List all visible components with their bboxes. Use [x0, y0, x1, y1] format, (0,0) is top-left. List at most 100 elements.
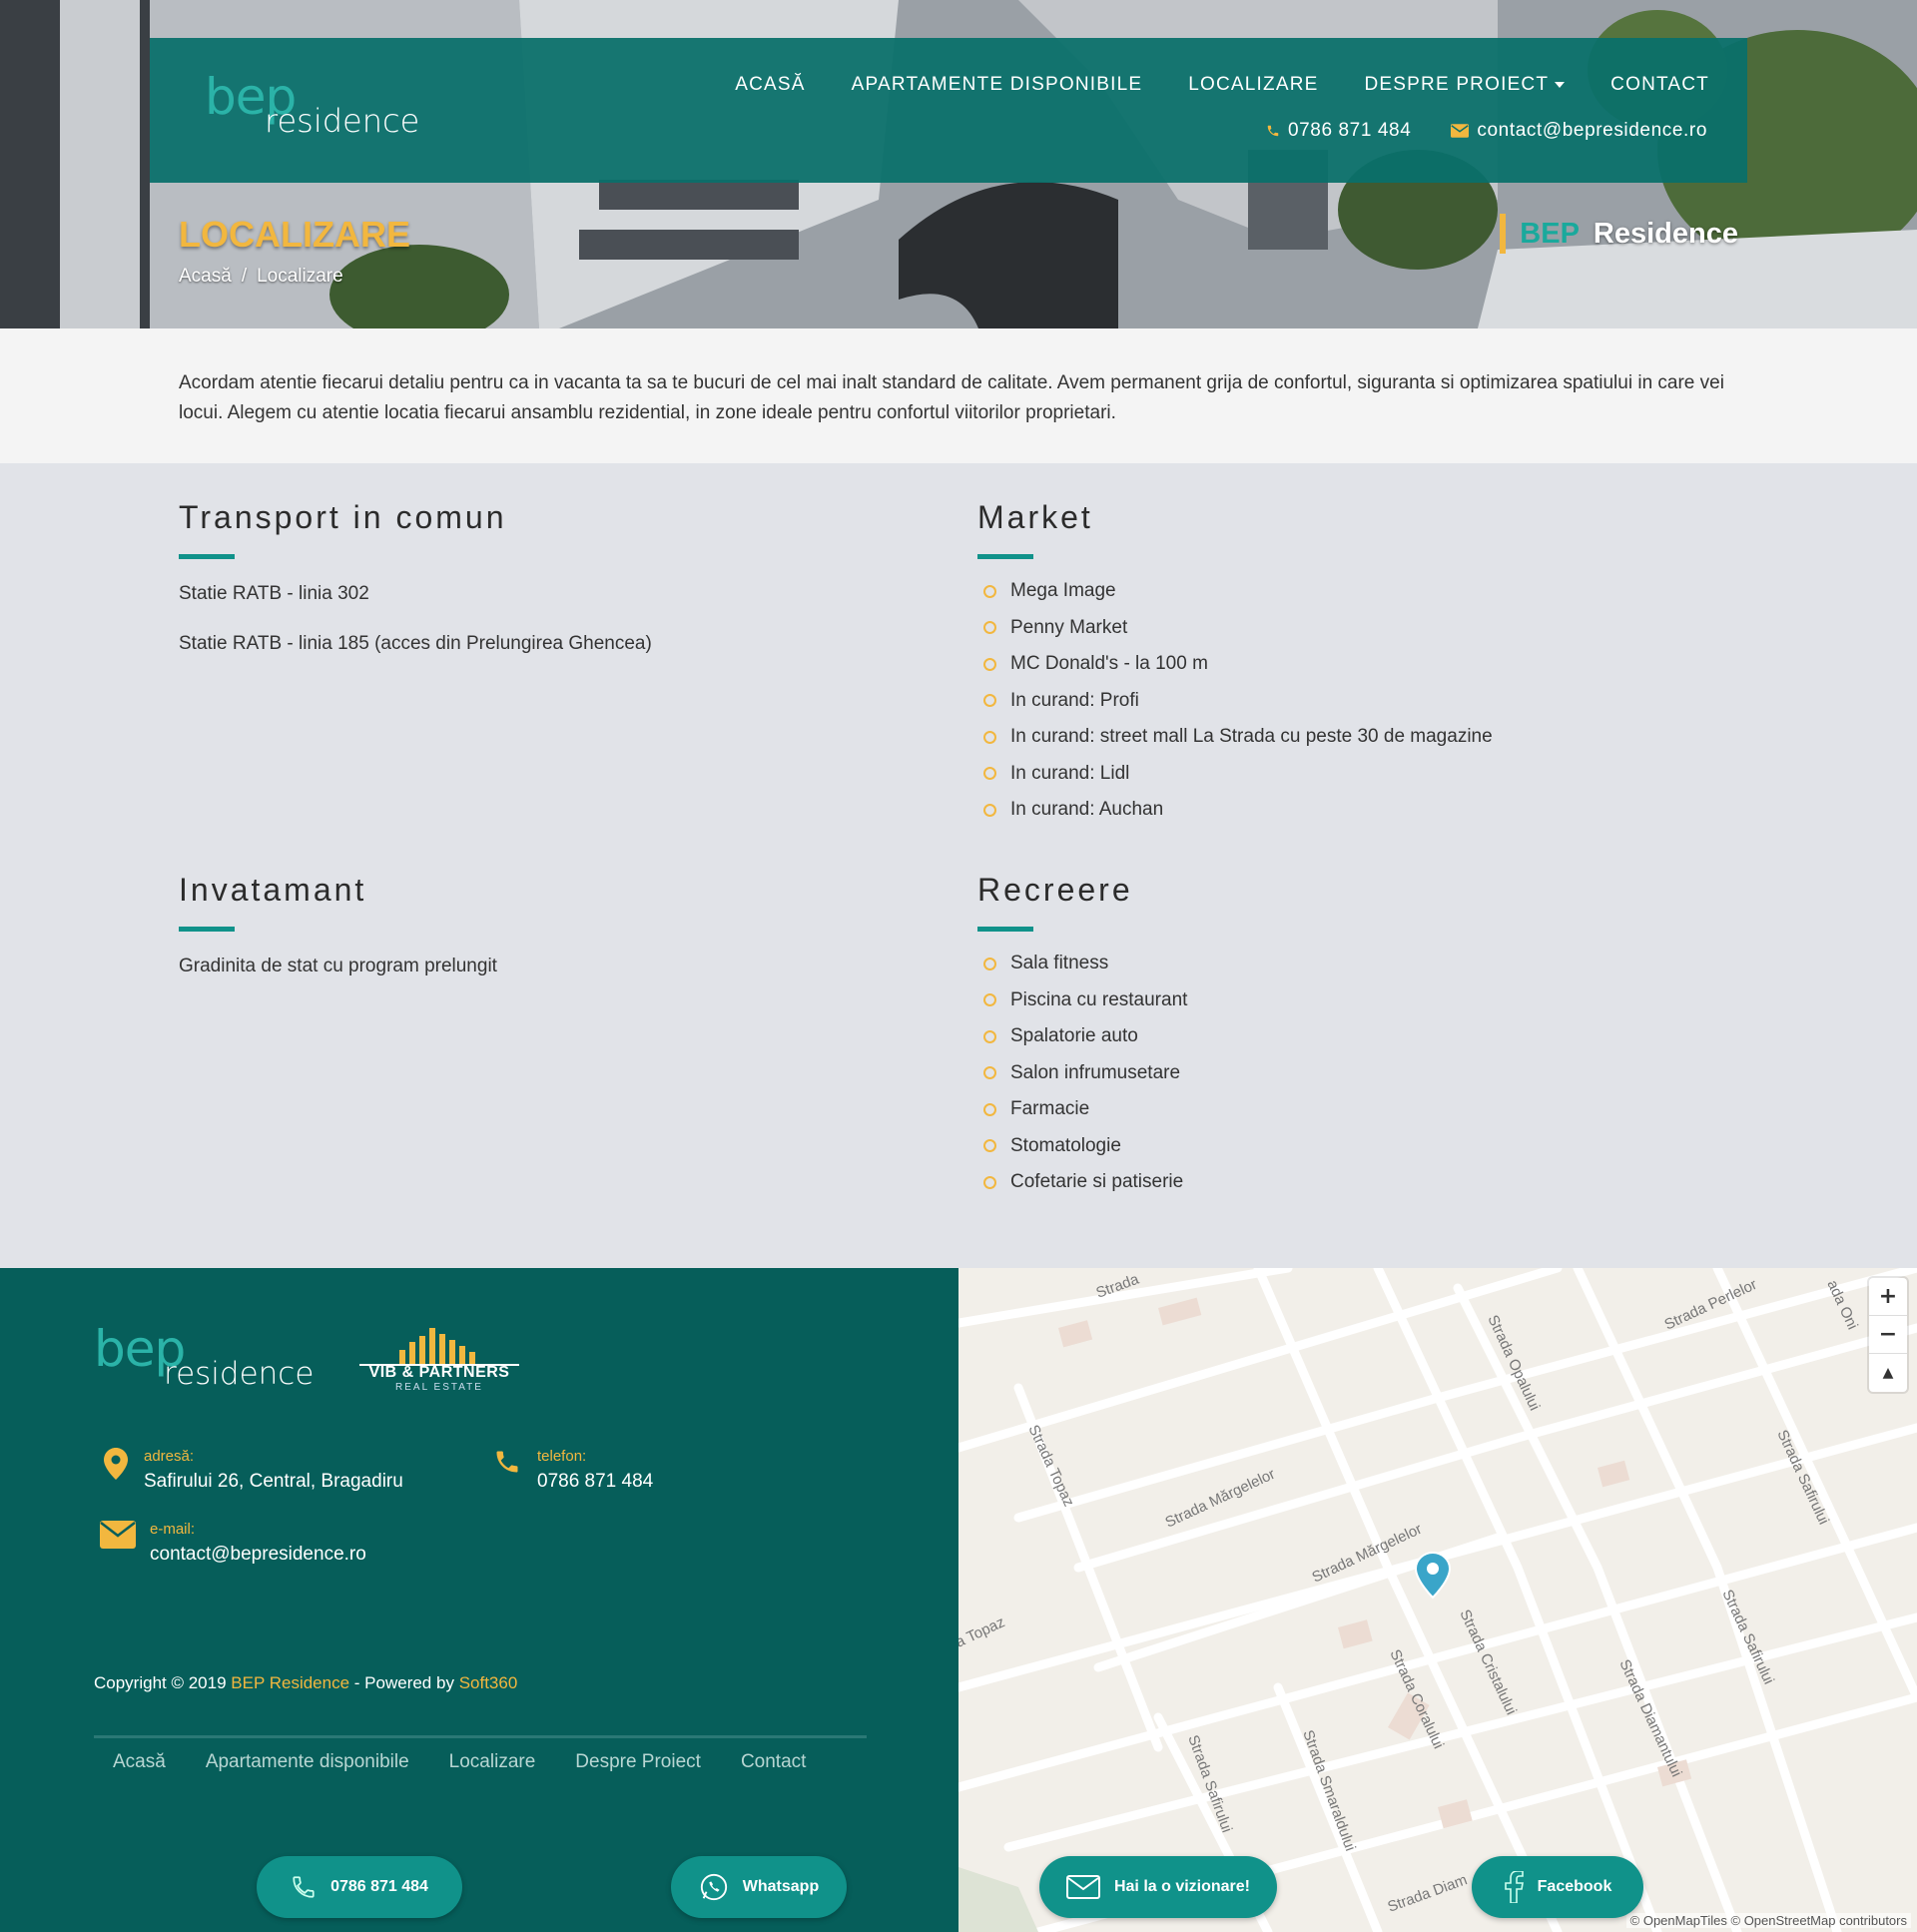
circle-bullet-icon: [983, 1066, 996, 1080]
list-item-label: Spalatorie auto: [1010, 1025, 1138, 1047]
list-item: Spalatorie auto: [977, 1018, 1776, 1055]
street-label: a Topaz: [958, 1613, 1007, 1650]
title-underline: [179, 927, 235, 932]
header-email-text: contact@bepresidence.ro: [1477, 120, 1707, 141]
circle-bullet-icon: [983, 1029, 996, 1043]
footer-email: e-mail: contact@bepresidence.ro: [100, 1521, 366, 1566]
map-pin-icon: [104, 1448, 128, 1480]
main-menu: ACASĂ APARTAMENTE DISPONIBILE LOCALIZARE…: [735, 74, 1709, 96]
list-item-label: Sala fitness: [1010, 953, 1109, 974]
map-tiles: Strada Strada Perlelor Strada Opalului S…: [958, 1268, 1917, 1932]
title-underline: [179, 554, 235, 559]
nav-acasa[interactable]: ACASĂ: [735, 74, 805, 96]
brand-bep: BEP: [1520, 217, 1580, 250]
whatsapp-button-label: Whatsapp: [742, 1878, 820, 1895]
list-item-label: Salon infrumusetare: [1010, 1061, 1181, 1083]
map-marker-icon[interactable]: [1414, 1551, 1452, 1600]
invatamant-item: Gradinita de stat cu program prelungit: [179, 956, 497, 976]
map-attribution[interactable]: © OpenMapTiles © OpenStreetMap contribut…: [1625, 1913, 1911, 1928]
page-title: LOCALIZARE: [179, 214, 410, 255]
list-item-label: MC Donald's - la 100 m: [1010, 653, 1208, 675]
copyright-brand-link[interactable]: BEP Residence: [231, 1673, 349, 1692]
footer-link-contact[interactable]: Contact: [741, 1747, 806, 1777]
copyright-powered-by: - Powered by: [353, 1673, 454, 1692]
facebook-icon: [1504, 1871, 1524, 1903]
list-item: Piscina cu restaurant: [977, 982, 1776, 1019]
envelope-icon: [1065, 1875, 1100, 1899]
phone-value[interactable]: 0786 871 484: [537, 1471, 653, 1493]
list-item-label: Mega Image: [1010, 580, 1116, 602]
circle-bullet-icon: [983, 657, 996, 671]
circle-bullet-icon: [983, 1139, 996, 1153]
footer-link-apartamente[interactable]: Apartamente disponibile: [206, 1747, 409, 1777]
footer-link-localizare[interactable]: Localizare: [449, 1747, 536, 1777]
list-item: Cofetarie si patiserie: [977, 1164, 1776, 1201]
location-map[interactable]: Strada Strada Perlelor Strada Opalului S…: [958, 1268, 1917, 1932]
list-item: Stomatologie: [977, 1128, 1776, 1165]
circle-bullet-icon: [983, 803, 996, 817]
nav-contact[interactable]: CONTACT: [1610, 74, 1709, 96]
list-item: Penny Market: [977, 610, 1776, 647]
list-item-label: Farmacie: [1010, 1098, 1090, 1120]
footer-address: adresă: Safirului 26, Central, Bragadiru: [104, 1448, 403, 1493]
phone-icon: [1267, 125, 1279, 137]
header-contacts: 0786 871 484 contact@bepresidence.ro: [1266, 120, 1707, 142]
list-item-label: Cofetarie si patiserie: [1010, 1171, 1184, 1193]
zoom-in-button[interactable]: +: [1869, 1278, 1907, 1316]
partner-name: VIB & PARTNERS: [368, 1364, 510, 1381]
circle-bullet-icon: [983, 1175, 996, 1189]
list-item: In curand: street mall La Strada cu pest…: [977, 719, 1776, 756]
title-underline: [977, 927, 1033, 932]
title-underline: [977, 554, 1033, 559]
footer-logo[interactable]: bep residence: [94, 1320, 323, 1400]
recreere-list: Sala fitness Piscina cu restaurant Spala…: [977, 946, 1776, 1201]
compass-button[interactable]: ▲: [1869, 1354, 1907, 1392]
brand-residence: Residence: [1593, 217, 1738, 250]
envelope-icon: [1451, 124, 1470, 138]
header-phone-text: 0786 871 484: [1287, 120, 1412, 141]
list-item-label: Stomatologie: [1010, 1134, 1121, 1156]
footer-nav: Acasă Apartamente disponibile Localizare…: [113, 1747, 872, 1777]
footer-phone: telefon: 0786 871 484: [493, 1448, 653, 1493]
market-list: Mega Image Penny Market MC Donald's - la…: [977, 573, 1776, 829]
nav-localizare[interactable]: LOCALIZARE: [1188, 74, 1318, 96]
list-item-label: Piscina cu restaurant: [1010, 988, 1188, 1010]
location-features: Transport in comun Statie RATB - linia 3…: [0, 463, 1917, 1268]
footer-link-acasa[interactable]: Acasă: [113, 1747, 166, 1777]
nav-apartamente[interactable]: APARTAMENTE DISPONIBILE: [852, 74, 1143, 96]
facebook-button[interactable]: Facebook: [1472, 1856, 1643, 1918]
whatsapp-icon: [700, 1873, 727, 1901]
logo-residence: residence: [164, 1356, 315, 1392]
list-item: In curand: Lidl: [977, 756, 1776, 793]
hero-brand: BEP Residence: [1500, 214, 1738, 254]
whatsapp-button[interactable]: Whatsapp: [671, 1856, 847, 1918]
intro-section: Acordam atentie fiecarui detaliu pentru …: [0, 328, 1917, 463]
partner-sub: REAL ESTATE: [395, 1382, 483, 1393]
breadcrumb-home[interactable]: Acasă: [179, 266, 232, 288]
intro-text: Acordam atentie fiecarui detaliu pentru …: [179, 372, 1724, 423]
list-item: In curand: Profi: [977, 683, 1776, 720]
partner-logo[interactable]: VIB & PARTNERS REAL ESTATE: [359, 1324, 519, 1394]
circle-bullet-icon: [983, 1102, 996, 1116]
email-value[interactable]: contact@bepresidence.ro: [150, 1544, 366, 1566]
invatamant-section: Invatamant Gradinita de stat cu program …: [179, 872, 878, 981]
email-label: e-mail:: [150, 1521, 196, 1538]
zoom-out-button[interactable]: −: [1869, 1316, 1907, 1354]
call-button[interactable]: 0786 871 484: [257, 1856, 462, 1918]
site-logo[interactable]: bep residence: [205, 68, 434, 148]
breadcrumb-current: Localizare: [257, 266, 343, 287]
nav-despre-proiect[interactable]: DESPRE PROIECT: [1365, 74, 1566, 96]
list-item-label: In curand: Auchan: [1010, 799, 1164, 821]
footer-link-despre-proiect[interactable]: Despre Proiect: [575, 1747, 701, 1777]
circle-bullet-icon: [983, 993, 996, 1007]
list-item: In curand: Auchan: [977, 792, 1776, 829]
footer-divider: [94, 1735, 867, 1738]
list-item: Sala fitness: [977, 946, 1776, 982]
transport-item: Statie RATB - linia 302: [179, 583, 369, 604]
schedule-visit-button[interactable]: Hai la o vizionare!: [1039, 1856, 1277, 1918]
header-email[interactable]: contact@bepresidence.ro: [1451, 120, 1707, 142]
soft360-link[interactable]: Soft360: [459, 1673, 518, 1692]
list-item-label: In curand: Lidl: [1010, 762, 1130, 784]
header-phone[interactable]: 0786 871 484: [1266, 120, 1411, 142]
footer: bep residence VIB & PARTNERS REAL ESTATE…: [0, 1268, 958, 1932]
